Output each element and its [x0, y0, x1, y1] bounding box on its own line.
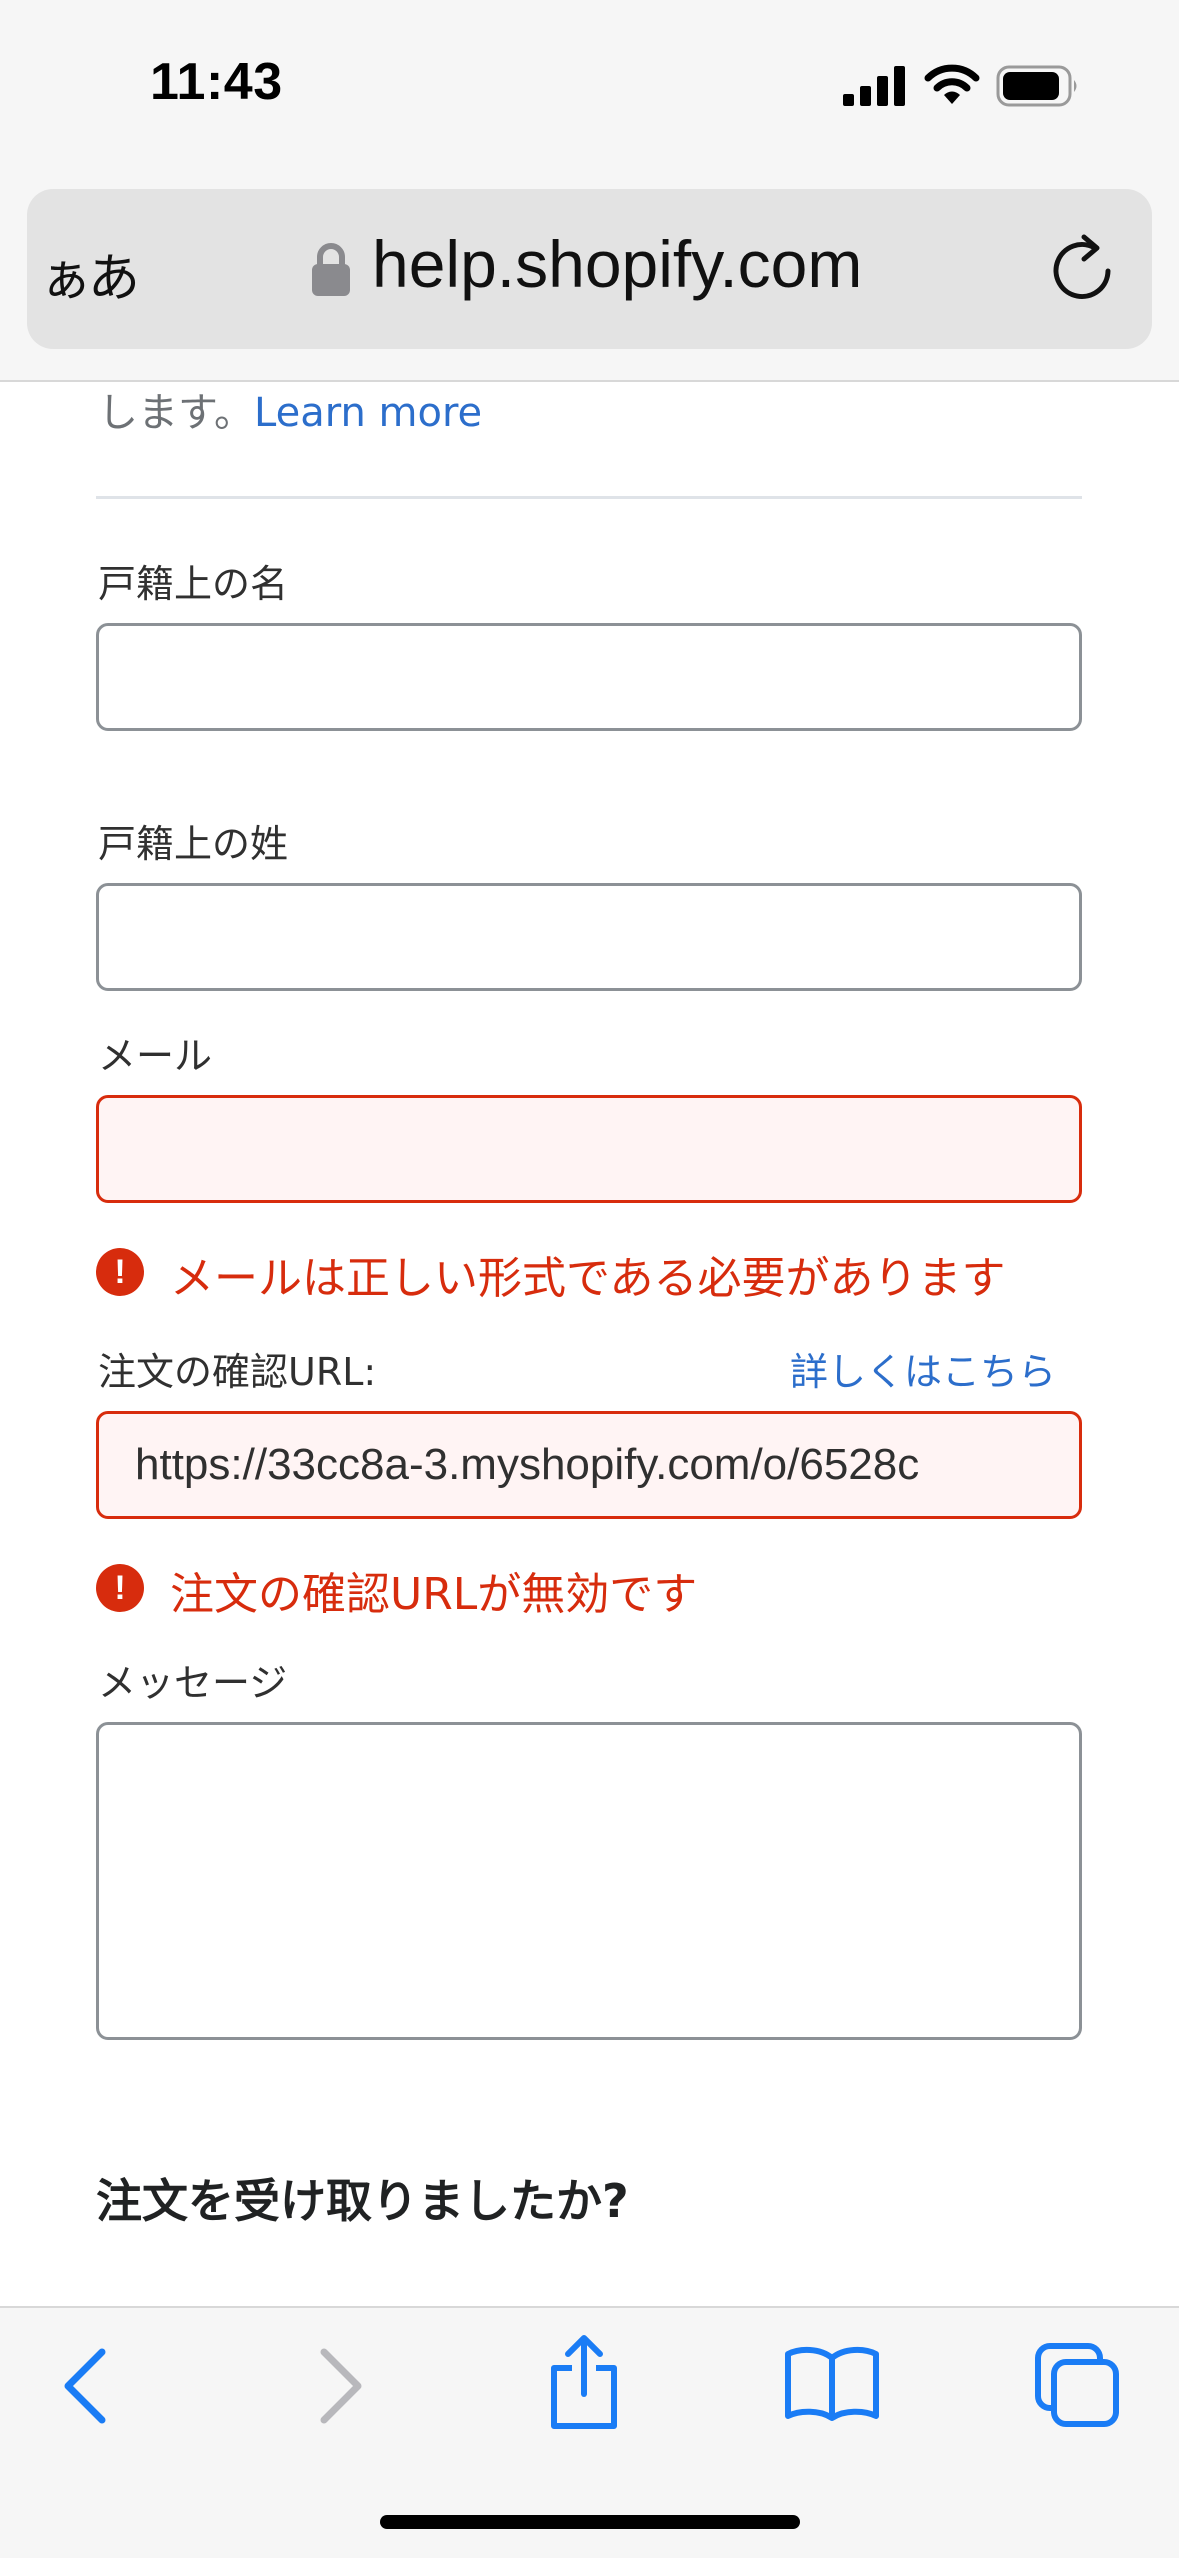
reload-icon[interactable]: [1050, 233, 1114, 301]
first-name-input[interactable]: [96, 623, 1082, 731]
learn-more-link[interactable]: Learn more: [254, 390, 482, 436]
email-error-message: メールは正しい形式である必要があります: [170, 1253, 1006, 1304]
forward-icon[interactable]: [316, 2346, 366, 2426]
last-name-input[interactable]: [96, 883, 1082, 991]
reader-mode-button[interactable]: ぁあ: [40, 236, 140, 311]
order-url-input[interactable]: [96, 1411, 1082, 1519]
battery-icon: [996, 65, 1077, 107]
lock-icon: [312, 243, 350, 296]
intro-text-body: します。: [98, 390, 254, 436]
email-input[interactable]: [96, 1095, 1082, 1203]
email-error-icon: !: [96, 1248, 144, 1296]
order-url-help-link[interactable]: 詳しくはこちら: [790, 1341, 1056, 1396]
status-time: 11:43: [150, 53, 283, 111]
order-url-error-message: 注文の確認URLが無効です: [170, 1569, 698, 1620]
url-domain[interactable]: help.shopify.com: [372, 226, 862, 302]
back-icon[interactable]: [60, 2346, 110, 2426]
section-divider: [96, 496, 1082, 499]
home-indicator[interactable]: [380, 2515, 800, 2529]
bookmarks-icon[interactable]: [784, 2344, 880, 2422]
message-label: メッセージ: [98, 1661, 288, 1705]
last-name-label: 戸籍上の姓: [98, 822, 289, 866]
intro-text: します。Learn more: [98, 380, 482, 438]
order-url-error-icon: !: [96, 1564, 144, 1612]
wifi-icon: [924, 64, 980, 104]
first-name-label: 戸籍上の名: [98, 562, 289, 606]
email-label: メール: [98, 1034, 213, 1078]
order-received-heading: 注文を受け取りましたか?: [96, 2174, 629, 2228]
tabs-icon[interactable]: [1034, 2342, 1120, 2428]
share-icon[interactable]: [546, 2334, 622, 2432]
order-url-label: 注文の確認URL:: [98, 1350, 377, 1394]
cellular-signal-icon: [843, 66, 905, 106]
message-textarea[interactable]: [96, 1722, 1082, 2040]
